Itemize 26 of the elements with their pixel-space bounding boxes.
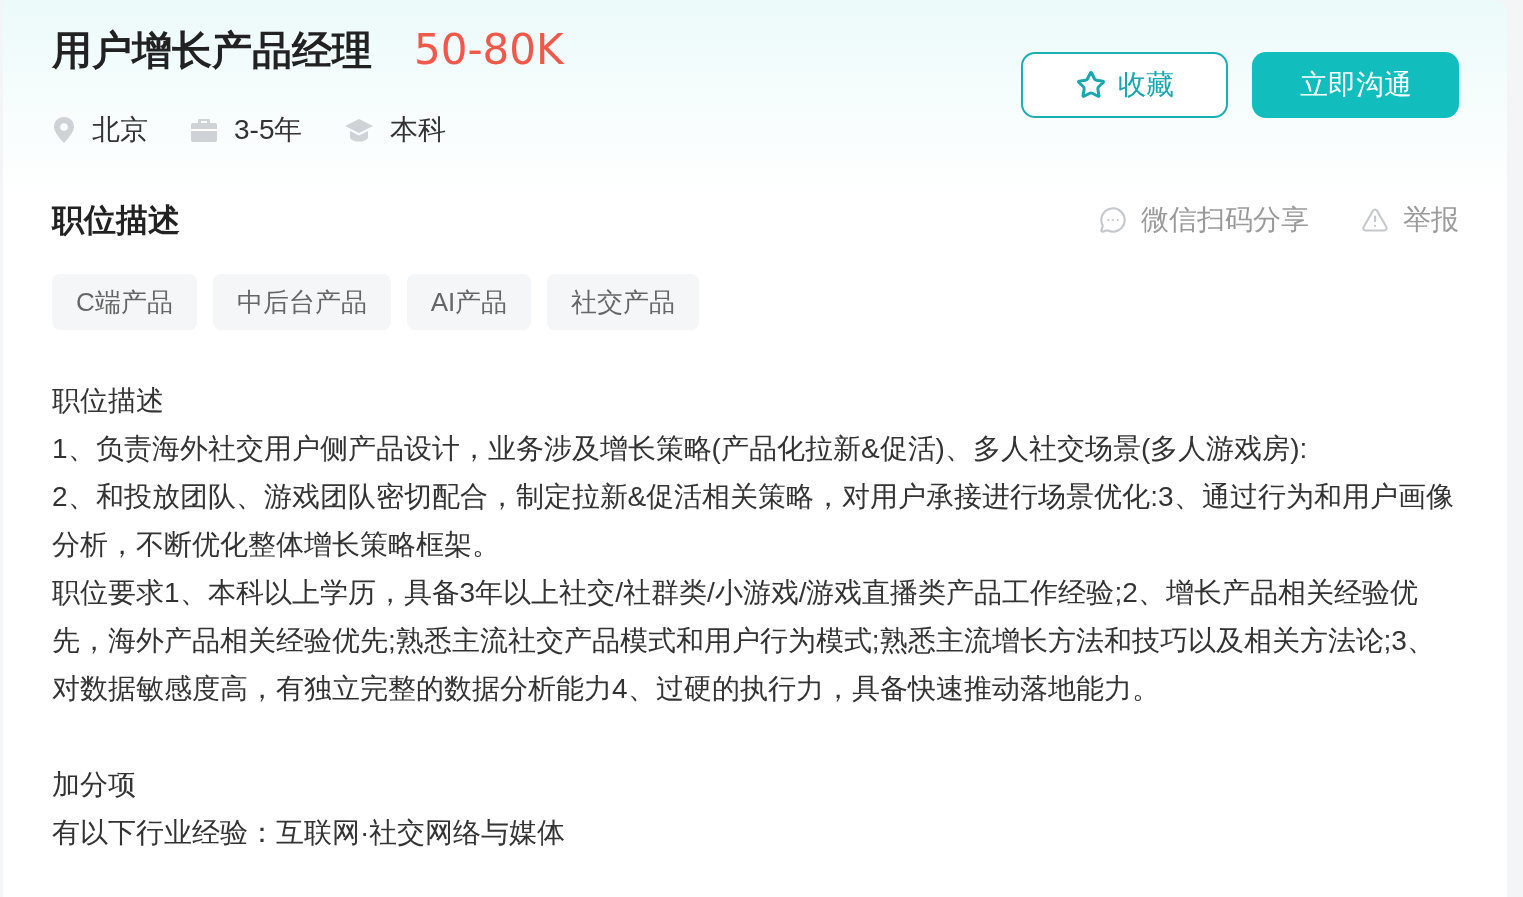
skill-tag: C端产品 <box>52 274 197 330</box>
job-requirement: 北京 <box>92 113 148 147</box>
job-requirement: 3-5年 <box>234 113 303 147</box>
description-paragraph: 1、负责海外社交用户侧产品设计，业务涉及增长策略(产品化拉新&促活)、多人社交场景(多人游戏房): <box>52 432 1309 466</box>
skill-tag: AI产品 <box>406 274 532 330</box>
star-icon <box>1075 70 1106 100</box>
salary-range: 50-80K <box>414 26 564 74</box>
favorite-button[interactable]: 收藏 <box>1021 52 1228 118</box>
description-paragraph: 2、和投放团队、游戏团队密切配合，制定拉新&促活相关策略，对用户承接进行场景优化:3、通过行为和用户画像分析，不断优化整体增长策略框架。 <box>52 480 1455 562</box>
graduation-cap-icon <box>344 117 375 143</box>
chat-now-button[interactable]: 立即沟通 <box>1252 52 1459 118</box>
report-link[interactable]: 举报 <box>1403 200 1459 240</box>
briefcase-icon <box>190 117 218 143</box>
description-paragraph: 职位描述 <box>52 384 165 418</box>
location-pin-icon <box>52 116 76 144</box>
description-paragraph: 职位要求1、本科以上学历，具备3年以上社交/社群类/小游戏/游戏直播类产品工作经验;2、增长产品相关经验优先，海外产品相关经验优先;熟悉主流社交产品模式和用户行为模式;熟悉主流增长方法和技巧以及相关方法论;3、对数据敏感度高，有独立完整的数据分析能力4、过硬的执行力，具备快速推动落地能力。 <box>52 576 1436 706</box>
job-requirement: 本科 <box>390 113 447 147</box>
description-paragraph: 有以下行业经验：互联网·社交网络与媒体 <box>52 816 567 850</box>
description-paragraph: 加分项 <box>52 768 137 802</box>
job-title: 用户增长产品经理 <box>52 27 372 74</box>
section-heading: 职位描述 <box>52 201 180 240</box>
warning-icon <box>1361 206 1389 234</box>
skill-tag: 社交产品 <box>547 274 700 330</box>
share-link[interactable]: 微信扫码分享 <box>1141 200 1309 240</box>
skill-tag: 中后台产品 <box>212 274 391 330</box>
chat-bubble-icon <box>1099 206 1127 234</box>
